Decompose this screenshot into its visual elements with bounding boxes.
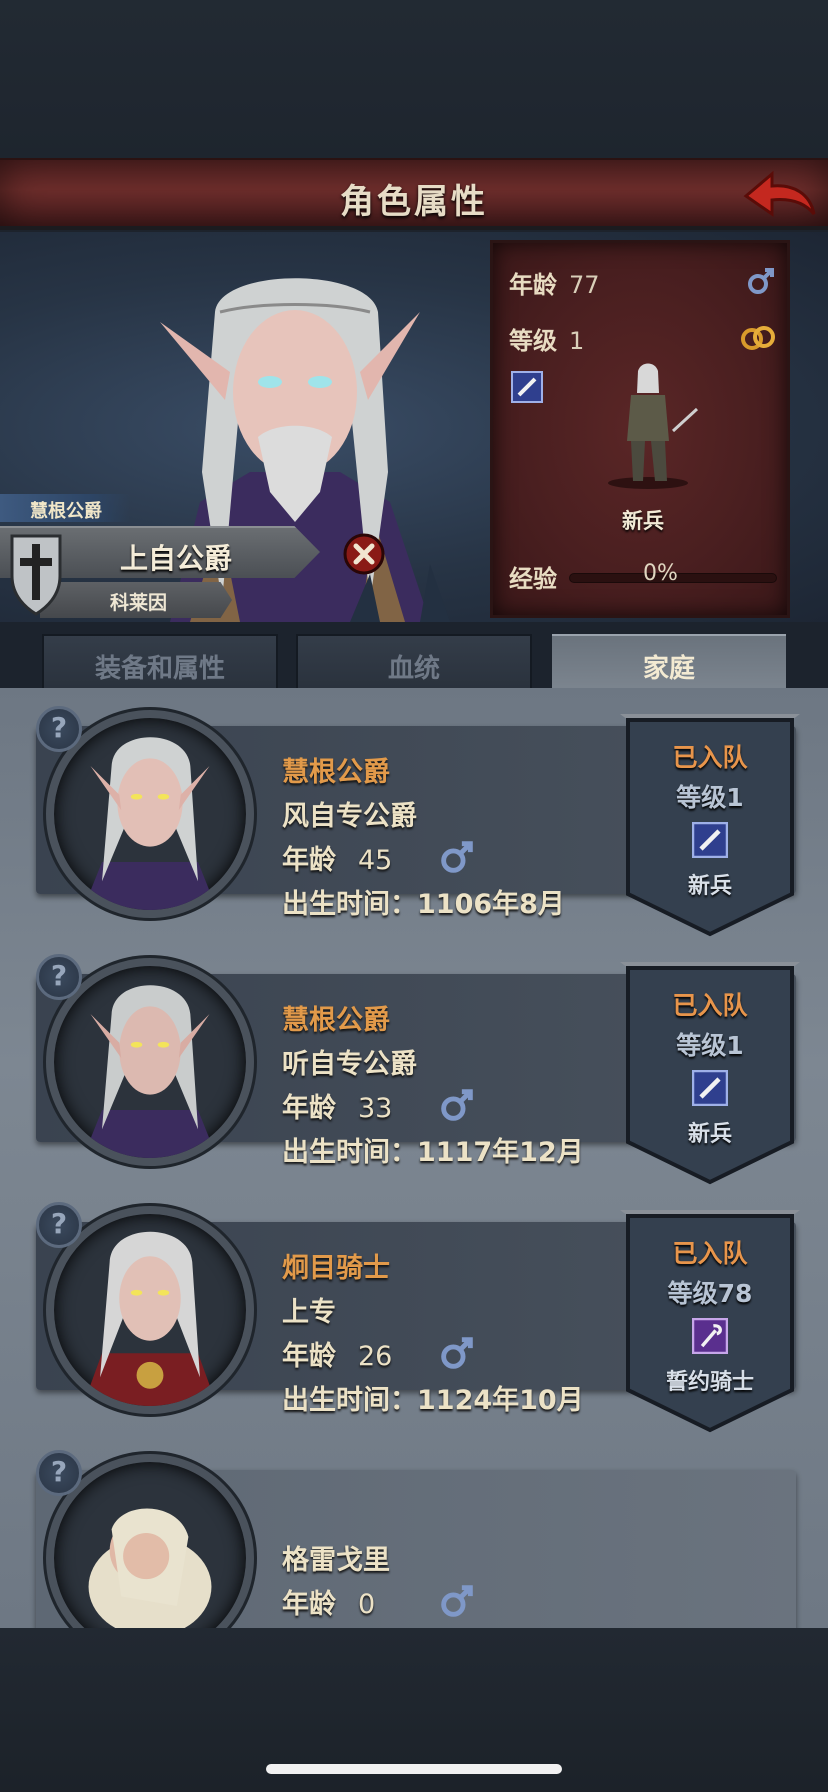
shield-icon: [10, 534, 62, 616]
male-symbol-icon: [441, 1337, 473, 1369]
member-birth: 出生时间：1124年10月: [282, 1378, 584, 1417]
level-label: 等级: [676, 1031, 727, 1060]
character-hero: 慧根公爵 上自公爵 科莱因 年龄 77 等级 1 新兵 经验 0%: [0, 232, 828, 622]
member-age: 年龄 26: [282, 1334, 392, 1373]
tab-bar: 装备和属性 血统 家庭: [0, 622, 828, 692]
member-title: 炯目骑士: [282, 1253, 390, 1284]
sword-class-icon: [692, 1070, 728, 1106]
member-rank: 听自专公爵: [282, 1049, 417, 1080]
close-icon[interactable]: [342, 532, 386, 576]
member-rank: 上专: [282, 1297, 336, 1328]
party-status: 已入队: [672, 991, 748, 1020]
birth-label: 出生时间：: [282, 1385, 417, 1416]
birth-value: 1117年12月: [417, 1137, 584, 1168]
member-class: 誓约骑士: [665, 1370, 754, 1395]
member-birth: 出生时间：1117年12月: [282, 1130, 584, 1169]
member-age: 年龄 33: [282, 1086, 392, 1125]
party-banner[interactable]: 已入队 等级1 新兵: [620, 956, 800, 1186]
exp-value: 0%: [643, 561, 678, 586]
member-class: 新兵: [687, 874, 732, 899]
male-symbol-icon: [441, 1089, 473, 1121]
name-plate: 科莱因: [40, 582, 232, 618]
home-indicator[interactable]: [266, 1764, 562, 1774]
list-item[interactable]: ? 炯目骑士 上专 年龄 26 出生时间：1124年10月 已入队 等级78 誓约…: [0, 1184, 828, 1433]
age-label: 年龄: [282, 1093, 336, 1124]
back-arrow-icon[interactable]: [738, 166, 818, 226]
birth-value: 1106年8月: [417, 889, 565, 920]
age-value: 26: [358, 1341, 393, 1372]
tab-bloodline[interactable]: 血统: [296, 634, 532, 690]
age-value: 33: [358, 1093, 393, 1124]
family-list: ? 慧根公爵 风自专公爵 年龄 45 出生时间：1106年8月 已入队 等级1 新…: [0, 688, 828, 1628]
party-banner[interactable]: 已入队 等级78 誓约骑士: [620, 1204, 800, 1434]
member-level: 等级78: [620, 1274, 800, 1310]
member-rank: 风自专公爵: [282, 801, 417, 832]
stat-panel: 年龄 77 等级 1 新兵 经验 0%: [490, 240, 790, 618]
tab-equipment[interactable]: 装备和属性: [42, 634, 278, 690]
unit-class-name: 新兵: [622, 509, 664, 533]
question-icon[interactable]: ?: [36, 1202, 82, 1248]
male-symbol-icon: [441, 841, 473, 873]
party-status: 已入队: [672, 1239, 748, 1268]
question-icon[interactable]: ?: [36, 706, 82, 752]
member-title: 慧根公爵: [282, 1005, 390, 1036]
portrait-spikes: [350, 564, 450, 622]
unit-figure: [608, 363, 699, 489]
list-item[interactable]: ? 慧根公爵 风自专公爵 年龄 45 出生时间：1106年8月 已入队 等级1 新…: [0, 688, 828, 937]
title-bar: 角色属性: [0, 158, 828, 230]
rings-icon: [741, 326, 775, 350]
member-name: 格雷戈里: [282, 1545, 390, 1576]
staff-class-icon: [692, 1318, 728, 1354]
top-bar: [0, 0, 828, 158]
level-label: 等级: [676, 783, 727, 812]
age-label: 年龄: [509, 271, 557, 299]
member-level: 等级1: [620, 778, 800, 814]
birth-label: 出生时间：: [282, 1137, 417, 1168]
male-symbol-icon: [441, 1585, 473, 1617]
tab-family[interactable]: 家庭: [552, 634, 786, 690]
age-label: 年龄: [282, 845, 336, 876]
age-value: 45: [358, 845, 393, 876]
member-class: 新兵: [687, 1122, 732, 1147]
birth-label: 出生时间：: [282, 889, 417, 920]
page-title: 角色属性: [340, 182, 488, 222]
question-icon[interactable]: ?: [36, 954, 82, 1000]
sword-class-icon: [692, 822, 728, 858]
member-birth: 出生时间：1106年8月: [282, 882, 565, 921]
member-age: 年龄 45: [282, 838, 392, 877]
level-label: 等级: [509, 327, 557, 355]
level-value: 1: [569, 327, 585, 355]
party-banner[interactable]: 已入队 等级1 新兵: [620, 708, 800, 938]
member-age: 年龄 0: [282, 1582, 375, 1621]
age-value: 77: [569, 271, 600, 299]
birth-value: 1124年10月: [417, 1385, 584, 1416]
level-value: 1: [726, 783, 744, 812]
list-item[interactable]: ? 格雷戈里 年龄 0: [0, 1432, 828, 1628]
male-symbol-icon: [748, 268, 774, 294]
sword-class-icon: [511, 371, 543, 403]
age-label: 年龄: [282, 1341, 336, 1372]
character-name: 科莱因: [110, 592, 168, 614]
level-label: 等级: [667, 1279, 718, 1308]
level-row: 等级 1: [509, 321, 584, 356]
character-title-label: 慧根公爵: [0, 494, 130, 522]
level-value: 1: [726, 1031, 744, 1060]
age-label: 年龄: [282, 1589, 336, 1620]
exp-label: 经验: [509, 565, 557, 593]
member-title: 慧根公爵: [282, 757, 390, 788]
party-status: 已入队: [672, 743, 748, 772]
character-rank: 上自公爵: [120, 542, 233, 575]
age-value: 0: [358, 1589, 376, 1620]
list-item[interactable]: ? 慧根公爵 听自专公爵 年龄 33 出生时间：1117年12月 已入队 等级1 …: [0, 936, 828, 1185]
member-level: 等级1: [620, 1026, 800, 1062]
question-icon[interactable]: ?: [36, 1450, 82, 1496]
level-value: 78: [717, 1279, 753, 1308]
age-row: 年龄 77: [509, 265, 600, 300]
